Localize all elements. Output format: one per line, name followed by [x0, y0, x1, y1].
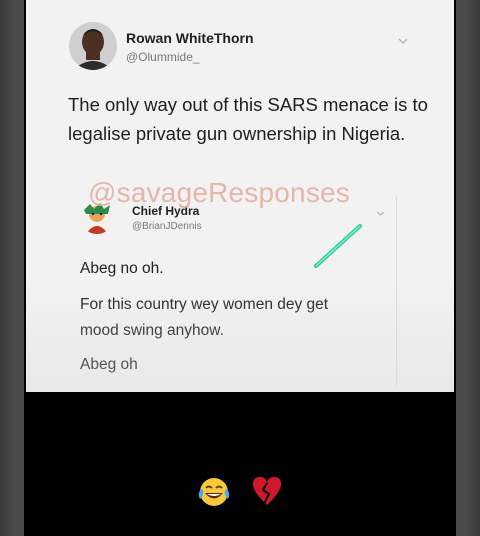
quoted-text-line: Abeg no oh.	[80, 260, 164, 277]
tweet-text: The only way out of this SARS menace is …	[68, 94, 428, 144]
author-handle[interactable]: @Olummide_	[126, 50, 200, 64]
face-with-tears-of-joy-icon	[198, 478, 230, 506]
quoted-menu-chevron-icon[interactable]	[376, 208, 385, 219]
author-name[interactable]: Rowan WhiteThorn	[126, 30, 254, 46]
quoted-author-handle[interactable]: @BrianJDennis	[132, 221, 202, 232]
quoted-text-line: For this country wey women dey get	[80, 296, 329, 313]
tweet-menu-chevron-icon[interactable]	[398, 36, 408, 47]
broken-heart-icon	[253, 477, 281, 505]
tweet-card: Rowan WhiteThorn @Olummide_ The only way…	[26, 0, 454, 392]
reaction-emojis	[196, 474, 286, 510]
green-marker-stroke	[306, 220, 366, 277]
watermark: @savageResponses	[88, 177, 350, 208]
quoted-text-line: Abeg oh	[80, 356, 138, 373]
quoted-text-line: mood swing anyhow.	[80, 322, 224, 339]
author-avatar[interactable]	[69, 22, 117, 70]
